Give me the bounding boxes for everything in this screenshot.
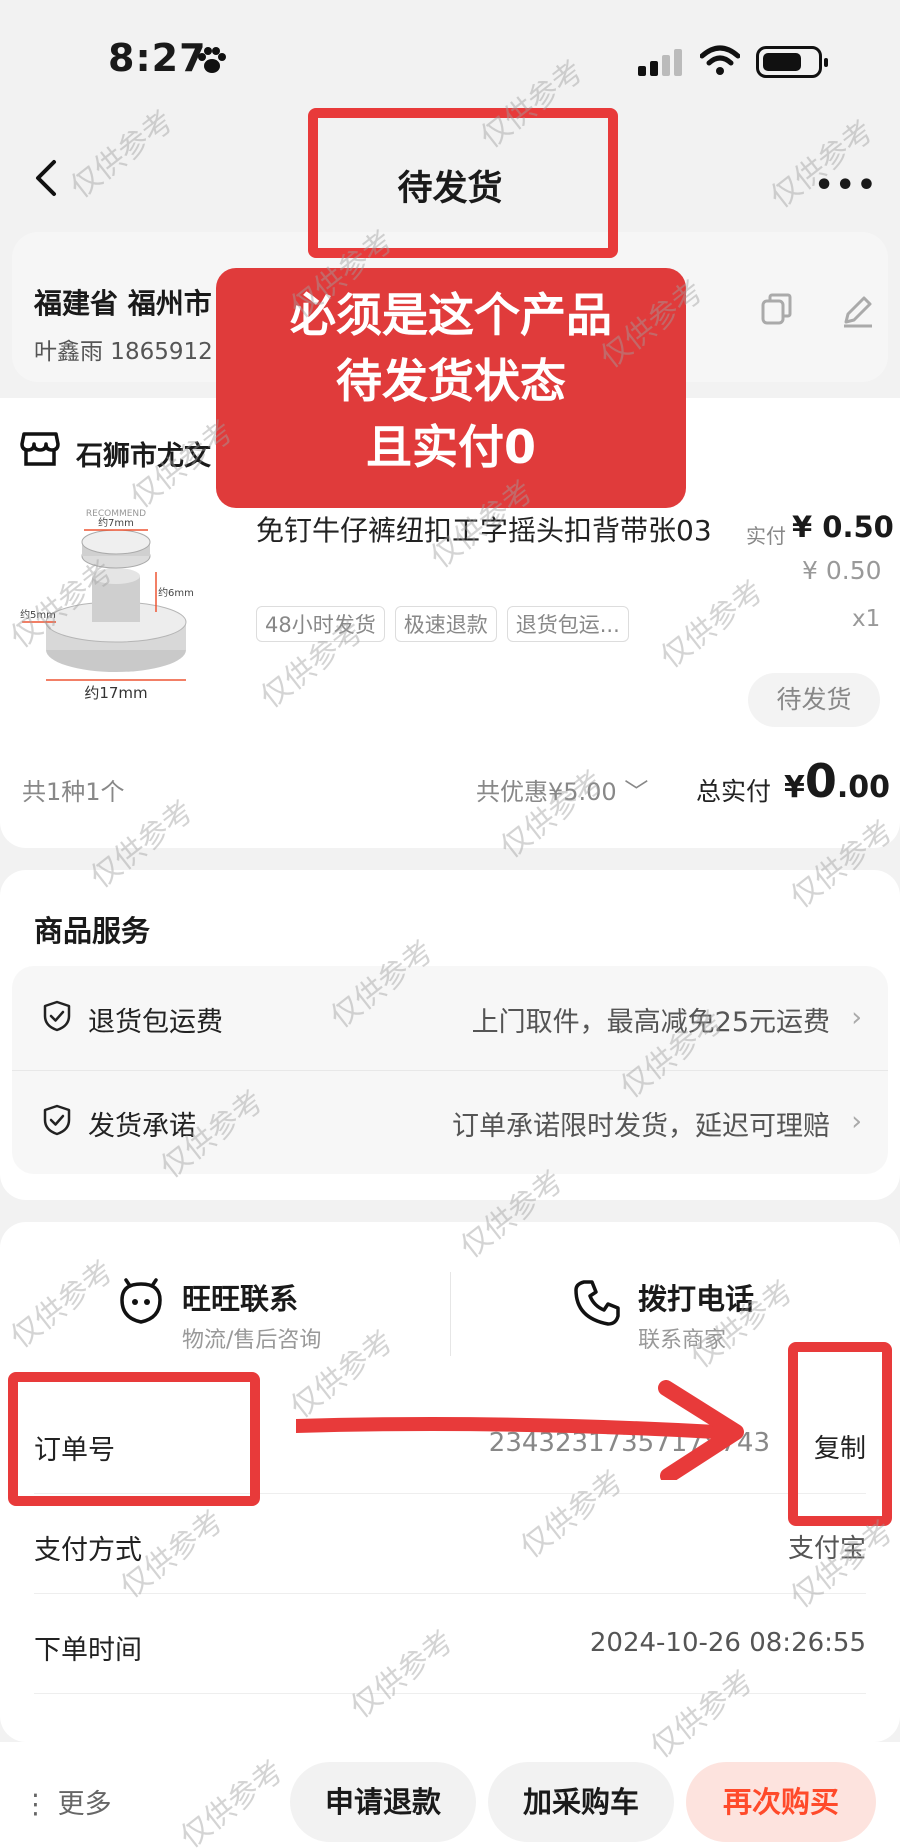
total-decimal: .00 [836,770,891,805]
wifi-icon [700,45,740,75]
dim-label-6mm: 约6mm [158,586,194,599]
item-count: 共1种1个 [22,778,125,806]
service-row-shipping-promise[interactable]: 发货承诺 订单承诺限时发货，延迟可理赔 › [12,1070,888,1174]
service-title: 商品服务 [34,914,151,948]
paw-icon [198,47,226,73]
tag-48h-shipping: 48小时发货 [256,606,385,642]
wangwang-icon [120,1278,162,1324]
copy-icon[interactable] [760,292,794,326]
annotation-box-copy [788,1342,892,1526]
price-original: ¥ 0.50 [802,556,882,585]
service-card: 商品服务 退货包运费 上门取件，最高减免25元运费 › 发货承诺 订单承诺限时发… [0,870,900,1200]
status-time: 8:27 [108,36,207,80]
phone-icon [574,1280,620,1326]
status-bar: 8:27 [0,0,900,110]
more-options-icon[interactable]: ••• [814,168,878,203]
more-actions-button[interactable]: ⋮ 更多 [22,1782,112,1821]
service-label: 发货承诺 [88,1111,196,1142]
divider [450,1272,451,1356]
order-time-label: 下单时间 [34,1635,142,1666]
annotation-line: 必须是这个产品 [290,288,612,342]
buy-again-button[interactable]: 再次购买 [686,1762,876,1842]
signal-icon [638,49,682,76]
service-value: 订单承诺限时发货，延迟可理赔 [452,1111,830,1142]
wangwang-contact-button[interactable]: 旺旺联系 物流/售后咨询 [116,1272,416,1362]
shop-icon [20,432,60,466]
battery-icon [756,46,828,78]
phone-subtitle: 联系商家 [638,1328,727,1353]
wangwang-subtitle: 物流/售后咨询 [182,1328,322,1353]
quantity: x1 [852,606,881,632]
address-recipient: 叶鑫雨 1865912 [34,339,213,365]
product-image[interactable]: RECOMMEND 约7mm 约6mm 约5mm 约17mm [16,502,216,702]
discount-summary[interactable]: 共优惠¥5.00 ﹀ [476,772,648,807]
shield-check-icon [43,1000,71,1032]
payment-method-label: 支付方式 [34,1535,142,1566]
annotation-banner: 必须是这个产品 待发货状态 且实付0 [216,268,686,508]
service-label: 退货包运费 [88,1007,223,1038]
chevron-right-icon: › [851,1002,862,1033]
total-label: 总实付 [696,777,772,806]
tag-return-shipping[interactable]: 退货包运... [506,606,629,642]
payment-method-value: 支付宝 [787,1534,866,1564]
price-label: 实付 [746,524,786,548]
total-amount: ¥0.00 [784,754,890,808]
wangwang-label: 旺旺联系 [182,1282,299,1316]
annotation-line: 待发货状态 [336,354,566,408]
more-label: 更多 [57,1789,112,1820]
order-time-value: 2024-10-26 08:26:55 [589,1628,866,1658]
annotation-line: 且实付0 [365,420,536,474]
dim-label-7mm: 约7mm [98,516,134,529]
chevron-right-icon: › [851,1106,862,1137]
shield-check-icon [43,1104,71,1136]
price-paid: ¥ 0.50 [792,510,894,544]
annotation-box-order-number [8,1372,260,1506]
total-currency: ¥ [784,770,805,805]
request-refund-button[interactable]: 申请退款 [290,1762,476,1842]
address-region: 福建省 福州市 [34,287,212,320]
tag-fast-refund: 极速退款 [394,606,497,642]
order-time-row: 下单时间 2024-10-26 08:26:55 [34,1594,866,1694]
status-badge: 待发货 [748,673,880,727]
annotation-arrow-icon [296,1380,744,1480]
service-value: 上门取件，最高减免25元运费 [471,1007,830,1038]
discount-text: 共优惠¥5.00 [476,778,617,806]
chevron-down-icon: ﹀ [624,778,649,806]
shop-name[interactable]: 石狮市尤文 [76,434,211,473]
annotation-box-title [308,108,618,258]
service-list: 退货包运费 上门取件，最高减免25元运费 › 发货承诺 订单承诺限时发货，延迟可… [12,966,888,1174]
service-row-return-shipping[interactable]: 退货包运费 上门取件，最高减免25元运费 › [12,966,888,1070]
bottom-action-bar: ⋮ 更多 申请退款 加采购车 再次购买 [0,1742,900,1848]
dim-label-5mm: 约5mm [20,608,56,621]
product-title[interactable]: 免钉牛仔裤纽扣工字摇头扣背带张03 [256,510,716,552]
vertical-dots-icon: ⋮ [22,1789,58,1820]
total-integer: 0 [804,754,837,808]
phone-label: 拨打电话 [638,1282,755,1316]
dim-label-17mm: 约17mm [84,684,147,702]
edit-icon[interactable] [840,292,876,328]
add-to-cart-button[interactable]: 加采购车 [488,1762,674,1842]
product-tags: 48小时发货 极速退款 退货包运... [256,606,629,642]
payment-method-row: 支付方式 支付宝 [34,1494,866,1594]
